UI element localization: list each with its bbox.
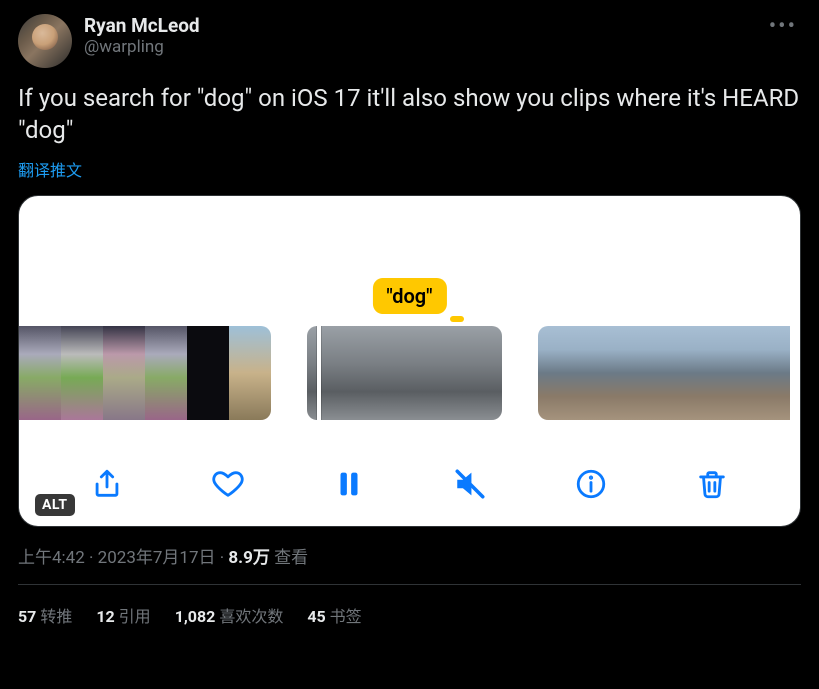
- share-button[interactable]: [85, 464, 129, 508]
- clip-frame: [229, 326, 271, 420]
- tweet-container: Ryan McLeod @warpling ••• If you search …: [0, 0, 819, 627]
- clip-frame: [307, 326, 362, 420]
- views-count: 8.9万: [228, 548, 269, 568]
- info-icon: [574, 467, 608, 505]
- speaker-mute-icon: [453, 467, 487, 505]
- clip-frame: [622, 326, 664, 420]
- views-label: 查看: [270, 548, 308, 568]
- avatar[interactable]: [18, 14, 72, 68]
- trash-icon: [695, 467, 729, 505]
- clip-frame: [187, 326, 229, 420]
- clip-frame: [538, 326, 580, 420]
- author-block[interactable]: Ryan McLeod @warpling: [84, 14, 765, 57]
- clip-frame: [748, 326, 790, 420]
- search-caption-bubble: "dog": [372, 278, 446, 314]
- tweet-time[interactable]: 上午4:42: [18, 548, 85, 568]
- timeline-gap: [506, 326, 534, 420]
- like-button[interactable]: [206, 464, 250, 508]
- display-name: Ryan McLeod: [84, 14, 765, 37]
- mute-button[interactable]: [448, 464, 492, 508]
- media-toolbar: [19, 464, 800, 508]
- retweets-stat[interactable]: 57 转推: [18, 603, 72, 627]
- clip-group[interactable]: [538, 326, 790, 420]
- tweet-date[interactable]: 2023年7月17日: [98, 548, 216, 568]
- likes-stat[interactable]: 1,082 喜欢次数: [175, 603, 284, 627]
- clip-frame: [362, 326, 417, 420]
- clip-frame: [61, 326, 103, 420]
- alt-badge[interactable]: ALT: [35, 494, 75, 516]
- tweet-header: Ryan McLeod @warpling •••: [18, 14, 801, 68]
- tweet-stats: 57 转推 12 引用 1,082 喜欢次数 45 书签: [18, 585, 801, 627]
- translate-link[interactable]: 翻译推文: [18, 157, 801, 181]
- clip-frame: [145, 326, 187, 420]
- clip-frame: [103, 326, 145, 420]
- more-icon[interactable]: •••: [765, 14, 801, 39]
- info-button[interactable]: [569, 464, 613, 508]
- clip-frame: [417, 326, 472, 420]
- pause-button[interactable]: [327, 464, 371, 508]
- tweet-meta: 上午4:42 · 2023年7月17日 · 8.9万 查看: [18, 543, 801, 568]
- quotes-stat[interactable]: 12 引用: [96, 603, 150, 627]
- clip-frame: [664, 326, 706, 420]
- playhead[interactable]: [317, 326, 321, 420]
- media-card[interactable]: "dog": [18, 195, 801, 527]
- timeline-gap: [275, 326, 303, 420]
- share-icon: [90, 467, 124, 505]
- heart-icon: [211, 467, 245, 505]
- video-timeline[interactable]: [19, 326, 800, 420]
- handle: @warpling: [84, 37, 765, 57]
- caption-tick: [450, 316, 464, 322]
- bookmarks-stat[interactable]: 45 书签: [307, 603, 361, 627]
- clip-frame: [580, 326, 622, 420]
- tweet-text: If you search for "dog" on iOS 17 it'll …: [18, 82, 801, 147]
- clip-frame: [472, 326, 502, 420]
- delete-button[interactable]: [690, 464, 734, 508]
- clip-group[interactable]: [307, 326, 502, 420]
- clip-group[interactable]: [19, 326, 271, 420]
- clip-frame: [19, 326, 61, 420]
- pause-icon: [332, 467, 366, 505]
- clip-frame: [706, 326, 748, 420]
